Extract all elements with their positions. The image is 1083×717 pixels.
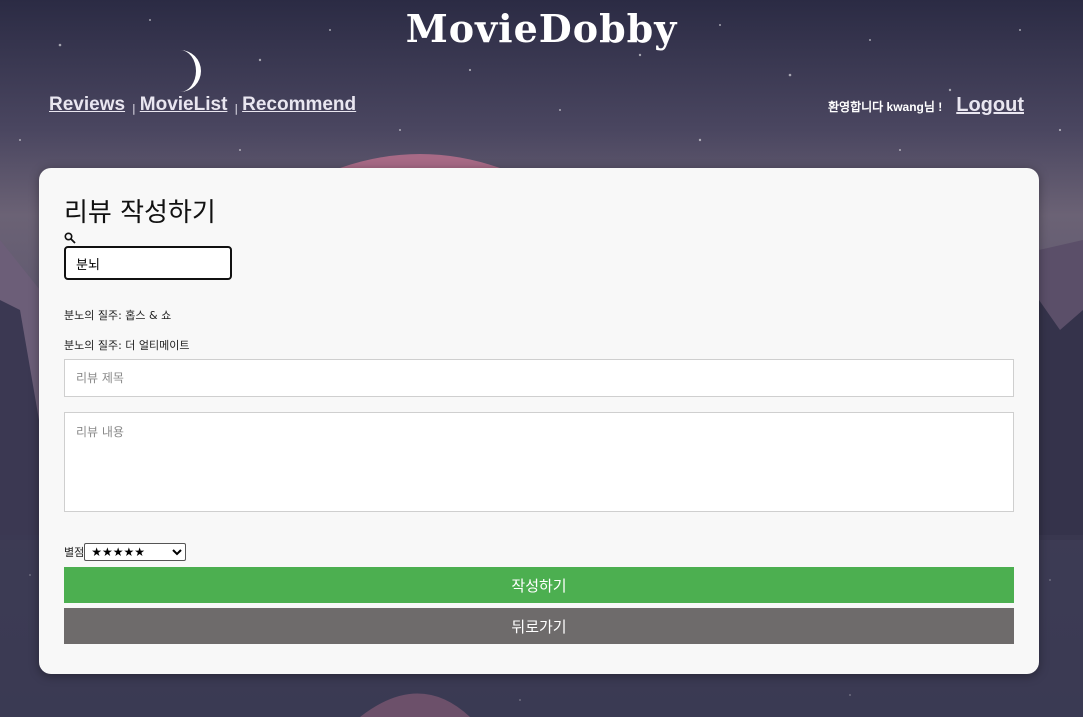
user-box: 환영합니다 kwang님 ! Logout	[828, 94, 1024, 117]
search-result-item[interactable]: 분노의 질주: 더 얼티메이트	[64, 337, 190, 353]
crescent-moon-icon	[180, 50, 201, 92]
logout-link[interactable]: Logout	[956, 94, 1024, 117]
site-logo[interactable]: MovieDobby	[0, 6, 1083, 51]
page-title: 리뷰 작성하기	[64, 198, 216, 228]
rating-label: 별점	[64, 546, 85, 559]
review-title-input[interactable]	[64, 359, 1014, 397]
movie-search-input[interactable]	[64, 246, 232, 280]
nav-separator: |	[234, 102, 239, 115]
main-nav: Reviews | MovieList | Recommend	[49, 94, 356, 116]
welcome-text: 환영합니다 kwang님 !	[828, 100, 943, 114]
nav-reviews-link[interactable]: Reviews	[49, 94, 125, 116]
rating-row: 별점 ★★★★★	[64, 543, 187, 561]
nav-movielist-link[interactable]: MovieList	[140, 94, 228, 116]
search-result-item[interactable]: 분노의 질주: 홉스 & 쇼	[64, 307, 171, 323]
nav-separator: |	[132, 102, 136, 115]
rating-select[interactable]: ★★★★★	[84, 543, 187, 561]
nav-recommend-link[interactable]: Recommend	[242, 94, 356, 116]
review-content-textarea[interactable]	[64, 412, 1014, 512]
back-button[interactable]: 뒤로가기	[64, 608, 1014, 644]
submit-review-button[interactable]: 작성하기	[64, 567, 1014, 603]
search-icon	[64, 232, 76, 244]
review-form-card: 리뷰 작성하기 분노의 질주: 홉스 & 쇼 분노의 질주: 더 얼티메이트 별…	[39, 168, 1039, 674]
